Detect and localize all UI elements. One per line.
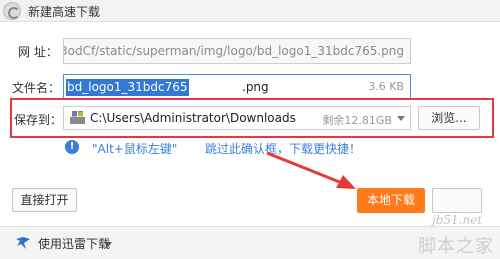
watermark-name: 脚本之家 [418,236,494,257]
watermark-site: jb51.net [432,213,483,227]
local-download-button[interactable]: 本地下载 [357,188,425,213]
thunder-icon [16,237,30,249]
use-thunder-label[interactable]: 使用迅雷下载 [38,235,110,252]
chevron-down-icon[interactable] [104,242,112,247]
cancel-button[interactable] [432,188,482,213]
annotation-arrow-icon [266,151,356,189]
